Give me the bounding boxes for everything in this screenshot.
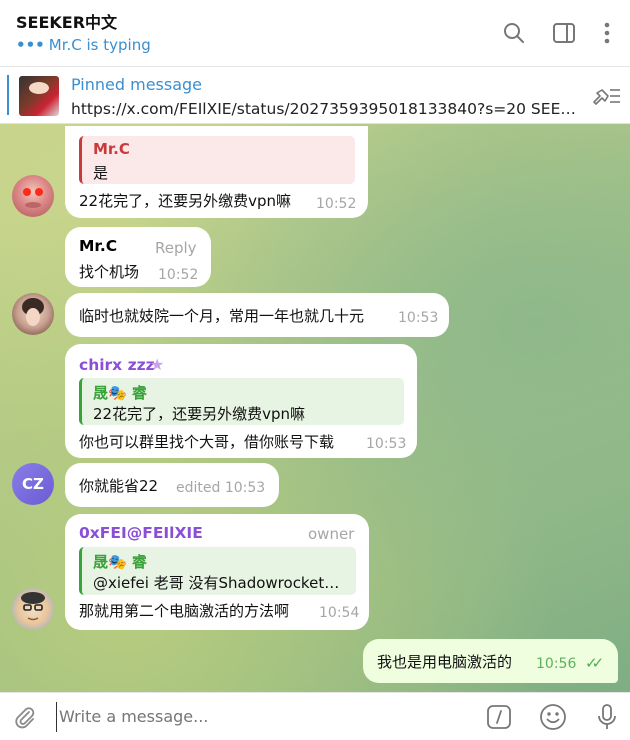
search-icon[interactable] [500, 19, 528, 47]
typing-dots: ••• [16, 36, 45, 54]
message-sender[interactable]: 0xFEI@FEIlXIE [79, 524, 203, 542]
message-input[interactable] [56, 702, 466, 732]
message-time: 10:53 [398, 310, 439, 326]
message-bubble[interactable]: Mr.C 是 22花完了，还要另外缴费vpn嘛 10:52 [65, 126, 368, 218]
pinned-thumbnail [19, 76, 59, 116]
star-icon: ★ [150, 355, 165, 374]
pinned-title: Pinned message [71, 75, 203, 94]
reply-quote-name: Mr.C [93, 140, 130, 158]
attach-icon[interactable] [10, 702, 40, 732]
pinned-text: https://x.com/FEIlXIE/status/20273593950… [71, 100, 586, 118]
message-time: edited 10:53 [176, 480, 266, 496]
emoji-icon[interactable] [538, 702, 568, 732]
message-bubble[interactable]: 临时也就妓院一个月，常用一年也就几十元 10:53 [65, 293, 449, 337]
chat-header: SEEKER中文 ••• Mr.C is typing [0, 0, 630, 67]
avatar[interactable]: CZ [12, 463, 54, 505]
avatar[interactable] [12, 588, 54, 630]
message-text: 找个机场 [79, 263, 140, 281]
reply-quote[interactable]: 晟🎭 睿 22花完了，还要另外缴费vpn嘛 [79, 378, 404, 425]
typing-status: ••• Mr.C is typing [16, 36, 151, 54]
reply-quote[interactable]: 晟🎭 睿 @xiefei 老哥 没有Shadowrocket 的账号 ... [79, 547, 356, 595]
message-sender[interactable]: Mr.C [79, 237, 117, 255]
reply-quote-text: @xiefei 老哥 没有Shadowrocket 的账号 ... [93, 574, 343, 592]
read-receipt-icon: ✓✓ [585, 654, 604, 672]
more-vertical-icon[interactable] [593, 19, 621, 47]
message-sender[interactable]: chirx zzz [79, 356, 155, 374]
message-bubble[interactable]: 你就能省22 edited 10:53 [65, 463, 279, 507]
reply-quote-text: 是 [93, 164, 109, 182]
message-time: 10:56 [536, 656, 577, 672]
message-bubble[interactable]: Mr.C Reply 找个机场 10:52 [65, 227, 211, 287]
pinned-message-bar[interactable]: Pinned message https://x.com/FEIlXIE/sta… [0, 67, 630, 124]
message-text: 那就用第二个电脑激活的方法啊 [79, 602, 290, 620]
sidebar-toggle-icon[interactable] [550, 19, 578, 47]
message-time: 10:52 [158, 267, 199, 283]
message-time: 10:53 [366, 436, 407, 452]
message-bubble[interactable]: 0xFEI@FEIlXIE owner 晟🎭 睿 @xiefei 老哥 没有Sh… [65, 514, 369, 630]
owner-badge: owner [308, 525, 355, 543]
pinned-indicator [7, 75, 9, 115]
avatar[interactable] [12, 175, 54, 217]
message-text: 你就能省22 [79, 477, 159, 495]
reply-quote[interactable]: Mr.C 是 [79, 136, 355, 184]
message-time: 10:52 [316, 196, 357, 212]
message-text: 临时也就妓院一个月，常用一年也就几十元 [79, 307, 365, 325]
outgoing-message-bubble[interactable]: 我也是用电脑激活的 10:56 ✓✓ [363, 639, 618, 683]
message-text: 22花完了，还要另外缴费vpn嘛 [79, 192, 291, 210]
reply-label[interactable]: Reply [155, 239, 197, 257]
reply-quote-text: 22花完了，还要另外缴费vpn嘛 [93, 405, 305, 423]
reply-quote-name: 晟🎭 睿 [93, 553, 147, 571]
avatar-initials: CZ [22, 475, 44, 493]
reply-quote-name: 晟🎭 睿 [93, 384, 147, 402]
microphone-icon[interactable] [592, 702, 622, 732]
bot-command-icon[interactable] [484, 702, 514, 732]
chat-history[interactable]: Mr.C 是 22花完了，还要另外缴费vpn嘛 10:52 Mr.C Reply… [0, 124, 630, 692]
message-time: 10:54 [319, 605, 360, 621]
avatar[interactable] [12, 293, 54, 335]
message-text: 我也是用电脑激活的 [377, 653, 513, 671]
chat-title[interactable]: SEEKER中文 [16, 9, 117, 33]
message-composer [0, 692, 630, 740]
message-bubble[interactable]: chirx zzz ★ 晟🎭 睿 22花完了，还要另外缴费vpn嘛 你也可以群里… [65, 344, 417, 458]
message-text: 你也可以群里找个大哥，借你账号下载 [79, 433, 335, 451]
unpin-icon[interactable] [590, 84, 622, 108]
typing-text: Mr.C is typing [48, 36, 151, 54]
